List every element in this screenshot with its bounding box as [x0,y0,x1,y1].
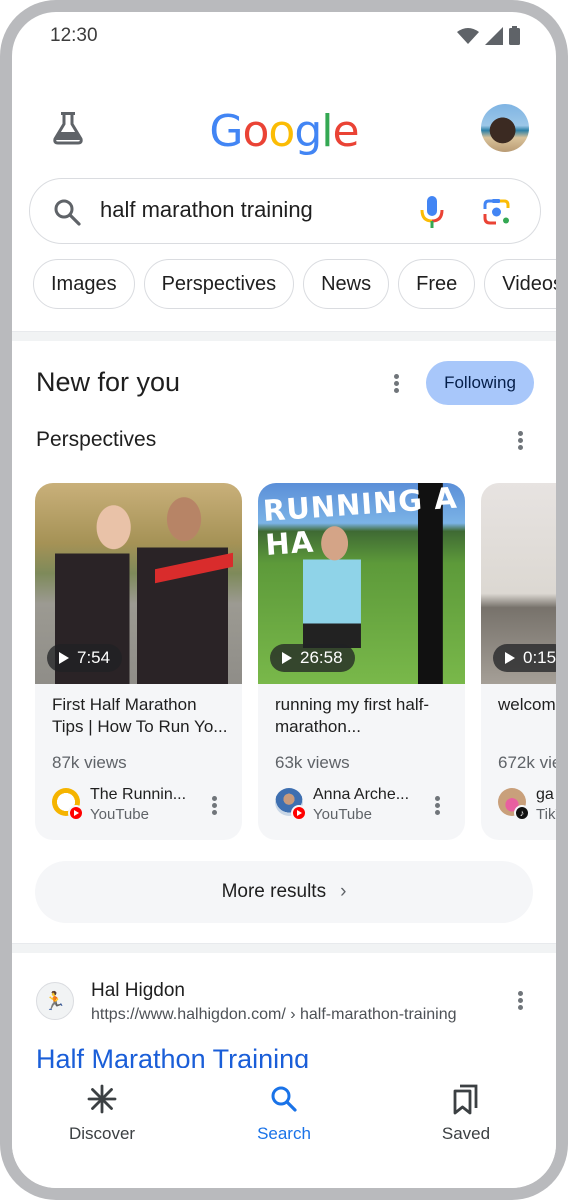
search-input[interactable]: half marathon training [100,197,313,223]
screen: 12:30 Google half marathon training Imag… [12,12,556,1188]
nav-label: Saved [441,1124,491,1143]
site-name: Hal Higdon [91,980,185,1001]
nav-label: Search [257,1124,311,1143]
platform-name: YouTube [90,806,149,823]
section-divider [12,331,556,341]
chip-images[interactable]: Images [33,259,135,309]
search-box[interactable]: half marathon training [29,178,541,244]
battery-icon [509,26,520,45]
youtube-icon [68,805,84,821]
chip-free[interactable]: Free [398,259,476,309]
play-icon [282,652,292,664]
duration-badge: 0:15 [493,644,556,672]
more-results-label: More results [221,881,327,902]
site-url: https://www.halhigdon.com/ › half-marath… [91,1006,457,1023]
bottom-navigation: Discover Search Saved [12,1070,556,1188]
chevron-right-icon: › [340,881,347,902]
nav-saved[interactable]: Saved [406,1082,526,1144]
logo-letter: l [321,106,333,157]
status-icons [457,26,520,45]
video-title[interactable]: running my first half-marathon... [275,694,451,738]
account-avatar[interactable] [481,104,529,152]
new-for-you-more-icon[interactable] [393,374,399,396]
logo-letter: G [209,106,243,157]
duration-text: 7:54 [77,648,111,667]
video-title[interactable]: welcome Marathon [498,694,556,716]
youtube-icon [291,805,307,821]
play-icon [59,652,69,664]
nav-label: Discover [68,1124,136,1143]
duration-text: 26:58 [300,648,343,667]
chip-videos[interactable]: Videos [484,259,556,309]
site-favicon: 🏃 [36,982,74,1020]
perspectives-more-icon[interactable] [517,431,523,453]
logo-letter: o [268,106,295,157]
microphone-icon[interactable] [418,195,446,229]
duration-badge: 26:58 [270,644,355,672]
status-time: 12:30 [50,25,98,46]
thumbnail-overlay-text: RUNNING A HA [261,483,459,562]
duration-badge: 7:54 [47,644,123,672]
search-icon [271,1086,297,1112]
play-icon [505,652,515,664]
logo-letter: e [332,106,360,157]
platform-name: TikTok [536,806,556,823]
tiktok-icon: ♪ [514,805,530,821]
wifi-icon [457,27,479,44]
filter-chips: Images Perspectives News Free Videos [33,259,556,309]
video-card[interactable]: 7:54 First Half Marathon Tips | How To R… [35,483,242,840]
video-card[interactable]: RUNNING A HA 26:58 running my first half… [258,483,465,840]
platform-name: YouTube [313,806,372,823]
phone-frame: 12:30 Google half marathon training Imag… [0,0,568,1200]
view-count: 87k views [52,753,127,772]
google-lens-icon[interactable] [482,197,512,227]
result-more-icon[interactable] [517,991,523,1013]
view-count: 672k views [498,753,556,772]
result-title-link[interactable]: Half Marathon Training [36,1042,309,1068]
channel-name: The Runnin... [90,786,187,803]
video-title[interactable]: First Half Marathon Tips | How To Run Yo… [52,694,228,738]
discover-asterisk-icon [87,1084,117,1114]
following-button[interactable]: Following [426,361,534,405]
saved-bookmarks-icon [453,1084,478,1115]
video-card[interactable]: 0:15 welcome Marathon 672k views ♪ ga Ti… [481,483,556,840]
nav-discover[interactable]: Discover [42,1082,162,1144]
channel-name: Anna Arche... [313,786,410,803]
logo-letter: g [294,106,322,157]
google-logo: Google [12,106,556,157]
channel-name: ga [536,786,554,803]
nav-search[interactable]: Search [224,1082,344,1144]
section-divider [12,943,556,953]
card-more-icon[interactable] [211,796,217,818]
card-more-icon[interactable] [434,796,440,818]
perspectives-carousel[interactable]: 7:54 First Half Marathon Tips | How To R… [35,483,556,840]
signal-icon [485,26,503,45]
new-for-you-title: New for you [36,367,181,397]
logo-letter: o [242,106,270,157]
duration-text: 0:15 [523,648,556,667]
chip-news[interactable]: News [303,259,390,309]
search-icon [54,199,81,226]
more-results-button[interactable]: More results › [35,861,533,923]
status-bar: 12:30 [12,12,556,60]
chip-perspectives[interactable]: Perspectives [143,259,295,309]
view-count: 63k views [275,753,350,772]
perspectives-title: Perspectives [36,428,157,451]
